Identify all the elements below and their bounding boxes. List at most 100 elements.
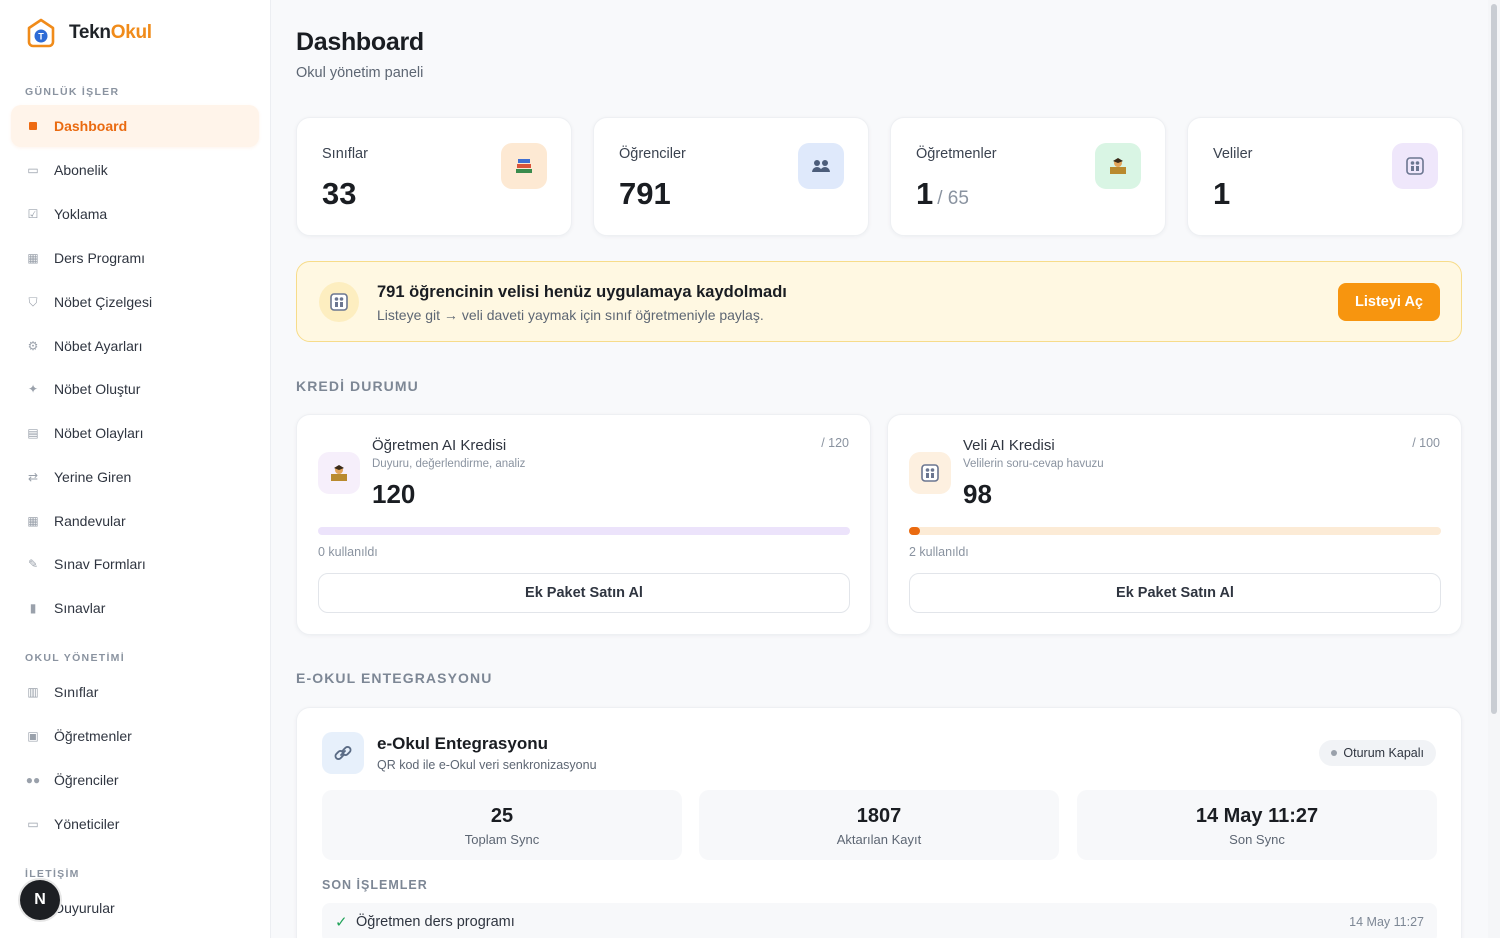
sync-metric-label: Toplam Sync [464, 832, 540, 847]
section-title-okul-yonetimi: OKUL YÖNETİMİ [25, 652, 125, 664]
family-icon [909, 452, 951, 494]
family-icon [319, 282, 359, 322]
sidebar-item-nobet-olaylari[interactable]: ▤ Nöbet Olayları [11, 412, 259, 454]
stat-card-siniflar[interactable]: Sınıflar 33 [296, 117, 572, 236]
sidebar-item-yerine-giren[interactable]: ⇄ Yerine Giren [11, 456, 259, 498]
calendar-icon: ▦ [27, 514, 39, 528]
sidebar-item-label: Yöneticiler [54, 816, 120, 832]
page-subtitle: Okul yönetim paneli [296, 65, 424, 81]
id-card-icon: ▭ [27, 817, 39, 831]
stat-label: Sınıflar [322, 146, 368, 162]
buy-extra-package-button[interactable]: Ek Paket Satın Al [318, 573, 850, 613]
sidebar-item-yoklama[interactable]: ☑ Yoklama [11, 193, 259, 235]
recent-operation-row[interactable]: ✓ Öğretmen ders programı 14 May 11:27 [322, 903, 1437, 938]
sidebar: T TeknOkul GÜNLÜK İŞLER Dashboard ▭ Abone… [0, 0, 271, 938]
stat-label: Öğrenciler [619, 146, 686, 162]
stat-number: 791 [619, 176, 671, 211]
sync-metric-label: Aktarılan Kayıt [836, 832, 922, 847]
page-title: Dashboard [296, 28, 424, 56]
credit-progress-bar [318, 527, 850, 535]
stat-label: Veliler [1213, 146, 1253, 162]
stat-value: 791 [619, 176, 671, 212]
buy-extra-package-button[interactable]: Ek Paket Satın Al [909, 573, 1441, 613]
stat-number: 1 [1213, 176, 1231, 211]
scrollbar-thumb[interactable] [1491, 4, 1497, 714]
sidebar-item-ders-programi[interactable]: ▦ Ders Programı [11, 237, 259, 279]
parent-registration-banner: 791 öğrencinin velisi henüz uygulamaya k… [296, 261, 1462, 342]
credit-value: 98 [963, 479, 992, 509]
stat-number: 33 [322, 176, 357, 211]
sidebar-item-sinav-formlari[interactable]: ✎ Sınav Formları [11, 543, 259, 585]
sidebar-item-nobet-olustur[interactable]: ✦ Nöbet Oluştur [11, 368, 259, 410]
stat-value: 33 [322, 176, 356, 212]
credit-progress-fill [909, 527, 920, 535]
section-title-iletisim: İLETİŞİM [25, 868, 80, 880]
teacher-credit-card: Öğretmen AI Kredisi Duyuru, değerlendirm… [296, 414, 871, 635]
brand-name-part2: Okul [110, 22, 152, 43]
people-icon [798, 143, 844, 189]
recent-operation-time: 14 May 11:27 [1349, 915, 1424, 929]
family-icon [1392, 143, 1438, 189]
sidebar-item-label: Sınavlar [54, 600, 106, 616]
sidebar-item-dashboard[interactable]: Dashboard [11, 105, 259, 147]
bar-chart-icon: ▮ [29, 601, 37, 615]
stat-card-ogretmenler[interactable]: Öğretmenler 1/ 65 [890, 117, 1166, 236]
open-list-button[interactable]: Listeyi Aç [1338, 283, 1440, 321]
swap-icon: ⇄ [27, 470, 39, 484]
stat-value: 1/ 65 [916, 176, 969, 212]
eokul-section-title: E-OKUL ENTEGRASYONU [296, 670, 493, 686]
recent-operation-name: Öğretmen ders programı [356, 914, 515, 930]
eokul-subtitle: QR kod ile e-Okul veri senkronizasyonu [377, 758, 597, 772]
recent-operations-title: SON İŞLEMLER [322, 878, 428, 892]
section-title-gunluk: GÜNLÜK İŞLER [25, 86, 120, 98]
stat-denominator: / 65 [937, 188, 969, 209]
shield-icon: ⛉ [28, 294, 38, 309]
eokul-card: e-Okul Entegrasyonu QR kod ile e-Okul ve… [296, 707, 1462, 938]
sync-metric-last: 14 May 11:27 Son Sync [1077, 790, 1437, 860]
svg-text:T: T [38, 32, 44, 42]
sidebar-item-ogretmenler[interactable]: ▣ Öğretmenler [11, 715, 259, 757]
link-icon [322, 732, 364, 774]
sidebar-item-yoneticiler[interactable]: ▭ Yöneticiler [11, 803, 259, 845]
sparkles-icon: ✦ [27, 382, 39, 396]
sidebar-item-abonelik[interactable]: ▭ Abonelik [11, 149, 259, 191]
sidebar-item-label: Nöbet Olayları [54, 425, 144, 441]
sidebar-item-randevular[interactable]: ▦ Randevular [11, 500, 259, 542]
brand-name: TeknOkul [69, 22, 152, 44]
sidebar-item-label: Dashboard [54, 118, 128, 134]
stat-card-ogrenciler[interactable]: Öğrenciler 791 [593, 117, 869, 236]
brand-name-part1: Tekn [69, 22, 111, 43]
sidebar-item-nobet-cizelgesi[interactable]: ⛉ Nöbet Çizelgesi [11, 281, 259, 323]
logo-icon: T [27, 18, 55, 48]
sidebar-item-label: Sınıflar [54, 684, 99, 700]
banner-title: 791 öğrencinin velisi henüz uygulamaya k… [377, 283, 787, 301]
square-icon [25, 118, 41, 134]
sync-metric-total: 25 Toplam Sync [322, 790, 682, 860]
scrollbar[interactable] [1488, 0, 1500, 938]
sidebar-item-label: Randevular [54, 513, 126, 529]
brand[interactable]: T TeknOkul [27, 18, 152, 48]
memo-icon: ✎ [27, 557, 39, 571]
sidebar-item-label: Yerine Giren [54, 469, 132, 485]
dev-tools-badge[interactable]: N [20, 880, 60, 920]
list-icon: ▤ [27, 426, 39, 440]
stat-value: 1 [1213, 176, 1230, 212]
banner-subtitle: Listeye git → veli daveti yaymak için sı… [377, 307, 764, 323]
stat-card-veliler[interactable]: Veliler 1 [1187, 117, 1463, 236]
sidebar-item-label: Nöbet Çizelgesi [54, 294, 153, 310]
calendar-icon: ▦ [27, 251, 39, 265]
sidebar-item-ogrenciler[interactable]: ●● Öğrenciler [11, 759, 259, 801]
sidebar-item-siniflar[interactable]: ▥ Sınıflar [11, 671, 259, 713]
sidebar-item-sinavlar[interactable]: ▮ Sınavlar [11, 587, 259, 629]
credit-max: / 100 [1412, 436, 1440, 450]
sync-metric-value: 14 May 11:27 [1195, 805, 1319, 827]
check-icon: ✓ [335, 914, 348, 931]
sync-metric-value: 25 [490, 805, 514, 827]
stat-number: 1 [916, 176, 934, 211]
sidebar-item-label: Nöbet Oluştur [54, 381, 141, 397]
credit-used: 0 kullanıldı [318, 545, 378, 559]
teacher-icon: ▣ [27, 729, 39, 743]
credit-max: / 120 [821, 436, 849, 450]
sidebar-item-nobet-ayarlari[interactable]: ⚙ Nöbet Ayarları [11, 325, 259, 367]
sidebar-item-label: Öğrenciler [54, 772, 119, 788]
